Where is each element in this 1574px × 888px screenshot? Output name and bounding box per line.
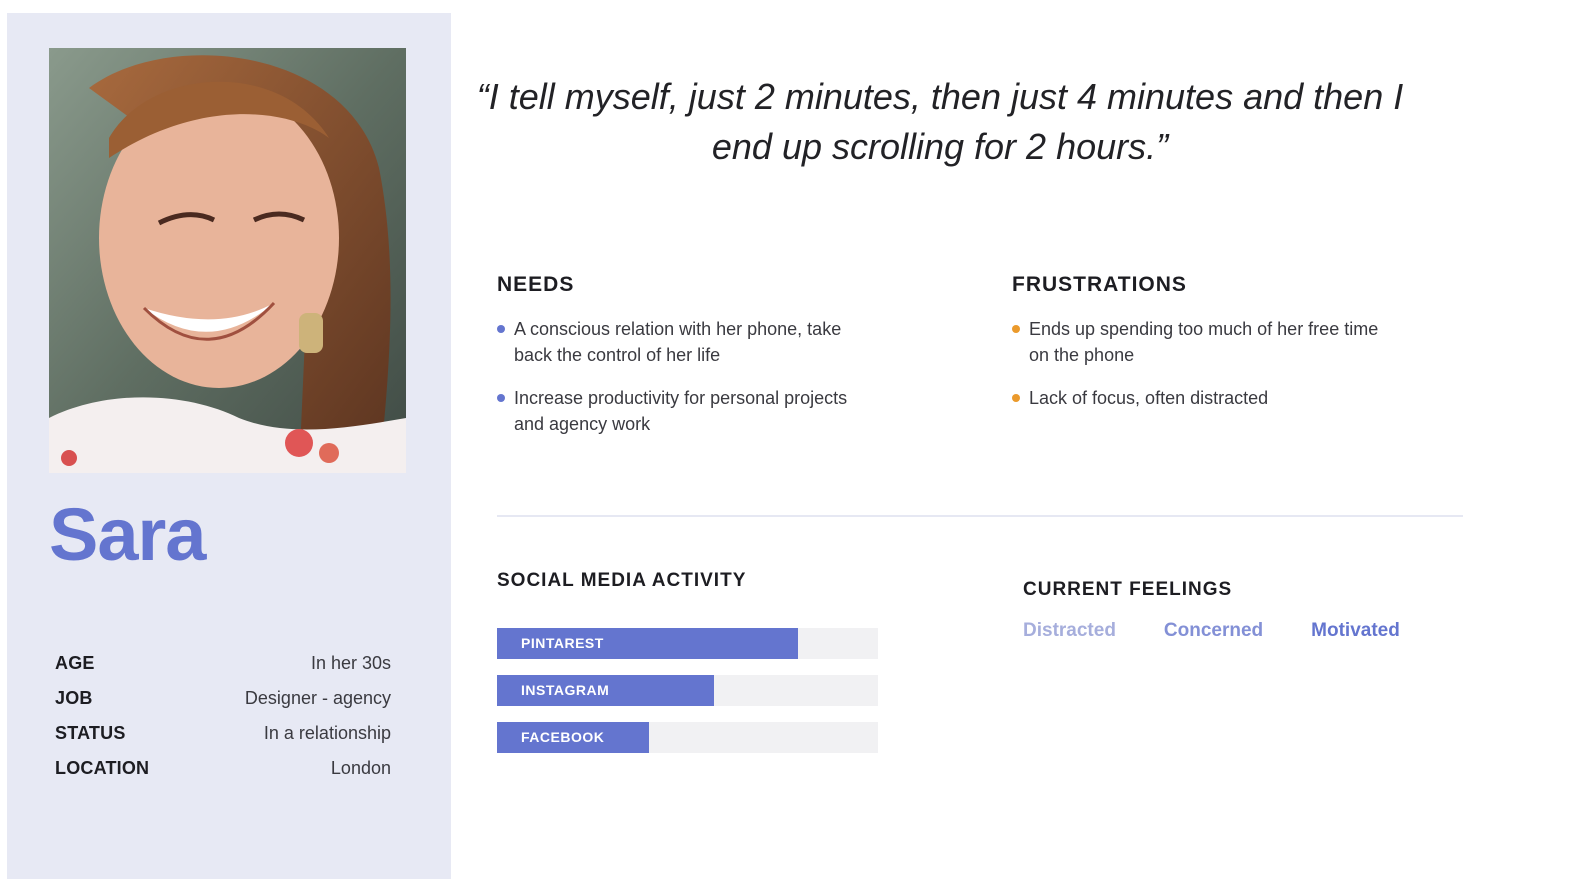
bar-track-instagram: INSTAGRAM — [497, 675, 878, 706]
social-media-bars: PINTAREST INSTAGRAM FACEBOOK — [497, 628, 878, 769]
need-text: A conscious relation with her phone, tak… — [514, 319, 842, 365]
detail-value: In a relationship — [263, 723, 391, 743]
frustrations-title: FRUSTRATIONS — [1012, 273, 1187, 296]
need-text: Increase productivity for personal proje… — [514, 388, 848, 434]
feeling-concerned: Concerned — [1163, 620, 1264, 641]
detail-row-job: JOB Designer - agency — [55, 688, 391, 723]
feeling-motivated: Motivated — [1311, 620, 1400, 641]
social-media-title: SOCIAL MEDIA ACTIVITY — [497, 570, 747, 591]
bar-track-facebook: FACEBOOK — [497, 722, 878, 753]
feelings-list: Distracted Concerned Motivated — [1023, 620, 1400, 642]
needs-title: NEEDS — [497, 273, 575, 296]
list-item: Lack of focus, often distracted — [1012, 385, 1382, 411]
detail-value: London — [330, 758, 391, 778]
bar-label: INSTAGRAM — [521, 682, 610, 698]
frustrations-list: Ends up spending too much of her free ti… — [1012, 316, 1382, 428]
bar-label: PINTAREST — [521, 635, 604, 651]
detail-row-age: AGE In her 30s — [55, 653, 391, 688]
frustration-text: Ends up spending too much of her free ti… — [1029, 319, 1379, 365]
detail-row-status: STATUS In a relationship — [55, 723, 391, 758]
list-item: A conscious relation with her phone, tak… — [497, 316, 877, 368]
detail-value: In her 30s — [310, 653, 391, 673]
list-item: Increase productivity for personal proje… — [497, 385, 877, 437]
detail-label: AGE — [55, 653, 95, 673]
bullet-icon — [497, 394, 505, 402]
detail-label: LOCATION — [55, 758, 150, 778]
bullet-icon — [1012, 325, 1020, 333]
persona-details: AGE In her 30s JOB Designer - agency STA… — [55, 653, 391, 793]
bullet-icon — [1012, 394, 1020, 402]
current-feelings-title: CURRENT FEELINGS — [1023, 579, 1233, 600]
persona-photo-image — [49, 48, 406, 473]
persona-photo — [49, 48, 406, 473]
bar-label: FACEBOOK — [521, 729, 605, 745]
needs-list: A conscious relation with her phone, tak… — [497, 316, 877, 454]
list-item: Ends up spending too much of her free ti… — [1012, 316, 1382, 368]
bar-track-pintarest: PINTAREST — [497, 628, 878, 659]
persona-sidebar: Sara AGE In her 30s JOB Designer - agenc… — [7, 13, 451, 879]
detail-label: JOB — [55, 688, 93, 708]
persona-quote: “I tell myself, just 2 minutes, then jus… — [476, 76, 1404, 167]
feeling-distracted: Distracted — [1023, 620, 1116, 641]
section-divider — [497, 515, 1463, 517]
frustration-text: Lack of focus, often distracted — [1029, 388, 1269, 408]
detail-label: STATUS — [55, 723, 126, 743]
detail-value: Designer - agency — [244, 688, 391, 708]
persona-name: Sara — [49, 493, 206, 576]
detail-row-location: LOCATION London — [55, 758, 391, 793]
bullet-icon — [497, 325, 505, 333]
